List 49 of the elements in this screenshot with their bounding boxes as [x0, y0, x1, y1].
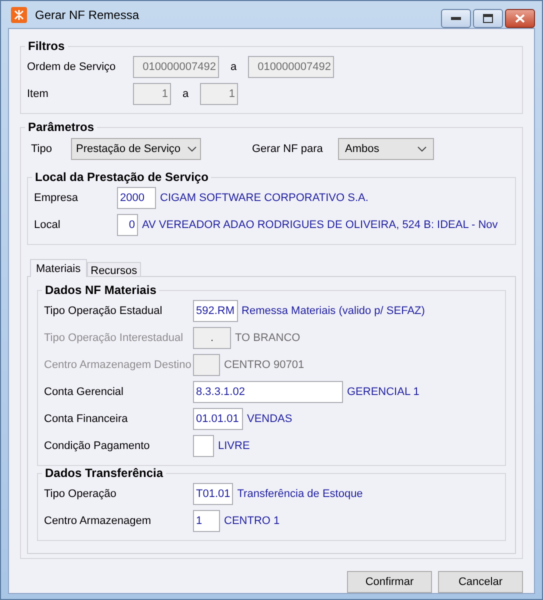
input-field[interactable]: 0	[117, 214, 138, 236]
input-field[interactable]: 1	[133, 82, 171, 104]
range-separator: a	[181, 88, 190, 100]
dialog-button[interactable]: Confirmar	[347, 571, 432, 593]
input-field[interactable]: T01.01	[193, 482, 234, 504]
field-description: CENTRO 90701	[224, 358, 304, 370]
field-description: AV VEREADOR ADAO RODRIGUES DE OLIVEIRA, 524 B: IDEAL - Nov	[142, 218, 498, 230]
field-label: Tipo Operação Interestadual	[44, 332, 184, 344]
field-description: CIGAM SOFTWARE CORPORATIVO S.A.	[160, 192, 368, 204]
input-field[interactable]: 1	[200, 82, 238, 104]
field-description: LIVRE	[218, 440, 250, 452]
field-description: CENTRO 1	[224, 514, 280, 526]
field-label: Ordem de Serviço	[27, 60, 117, 72]
input-field[interactable]: 010000007492	[248, 56, 334, 78]
tab[interactable]: Materiais	[30, 259, 87, 277]
field-label: Tipo	[30, 143, 53, 155]
tab[interactable]: Recursos	[86, 262, 142, 276]
field-label: Tipo Operação Estadual	[44, 304, 164, 316]
input-field[interactable]: 592.RM	[193, 300, 238, 322]
group-title: Dados Transferência	[44, 466, 164, 480]
input-field[interactable]: 2000	[117, 186, 156, 208]
group-title: Filtros	[27, 39, 66, 53]
field-label: Tipo Operação	[44, 488, 118, 500]
field-label: Conta Financeira	[44, 412, 129, 424]
group-title: Local da Prestação de Serviço	[34, 170, 210, 184]
field-description: GERENCIAL 1	[347, 386, 420, 398]
input-field[interactable]: 01.01.01	[193, 408, 243, 430]
input-field[interactable]: 1	[193, 510, 220, 532]
field-label: Gerar NF para	[252, 143, 324, 155]
target-dropdown[interactable]: Ambos	[338, 138, 434, 160]
field-label: Local	[34, 218, 62, 230]
input-field[interactable]: 8.3.3.1.02	[193, 380, 343, 402]
field-label: Centro Armazenagem Destino	[44, 358, 192, 370]
group-title: Dados NF Materiais	[44, 283, 158, 297]
input-field[interactable]: 010000007492	[133, 56, 219, 78]
field-label: Conta Gerencial	[44, 386, 124, 398]
field-description: TO BRANCO	[235, 332, 300, 344]
field-label: Item	[27, 88, 50, 100]
field-description: Remessa Materiais (valido p/ SEFAZ)	[242, 304, 425, 316]
type-dropdown[interactable]: Prestação de Serviço	[71, 138, 201, 160]
window-title: Gerar NF Remessa	[35, 8, 140, 22]
field-label: Empresa	[34, 192, 80, 204]
field-description: Transferência de Estoque	[237, 488, 363, 500]
dialog-button[interactable]: Cancelar	[438, 571, 523, 593]
field-description: VENDAS	[247, 412, 292, 424]
range-separator: a	[229, 60, 238, 72]
field-label: Condição Pagamento	[44, 440, 151, 452]
group-title: Parâmetros	[27, 120, 96, 134]
field-label: Centro Armazenagem	[44, 514, 152, 526]
